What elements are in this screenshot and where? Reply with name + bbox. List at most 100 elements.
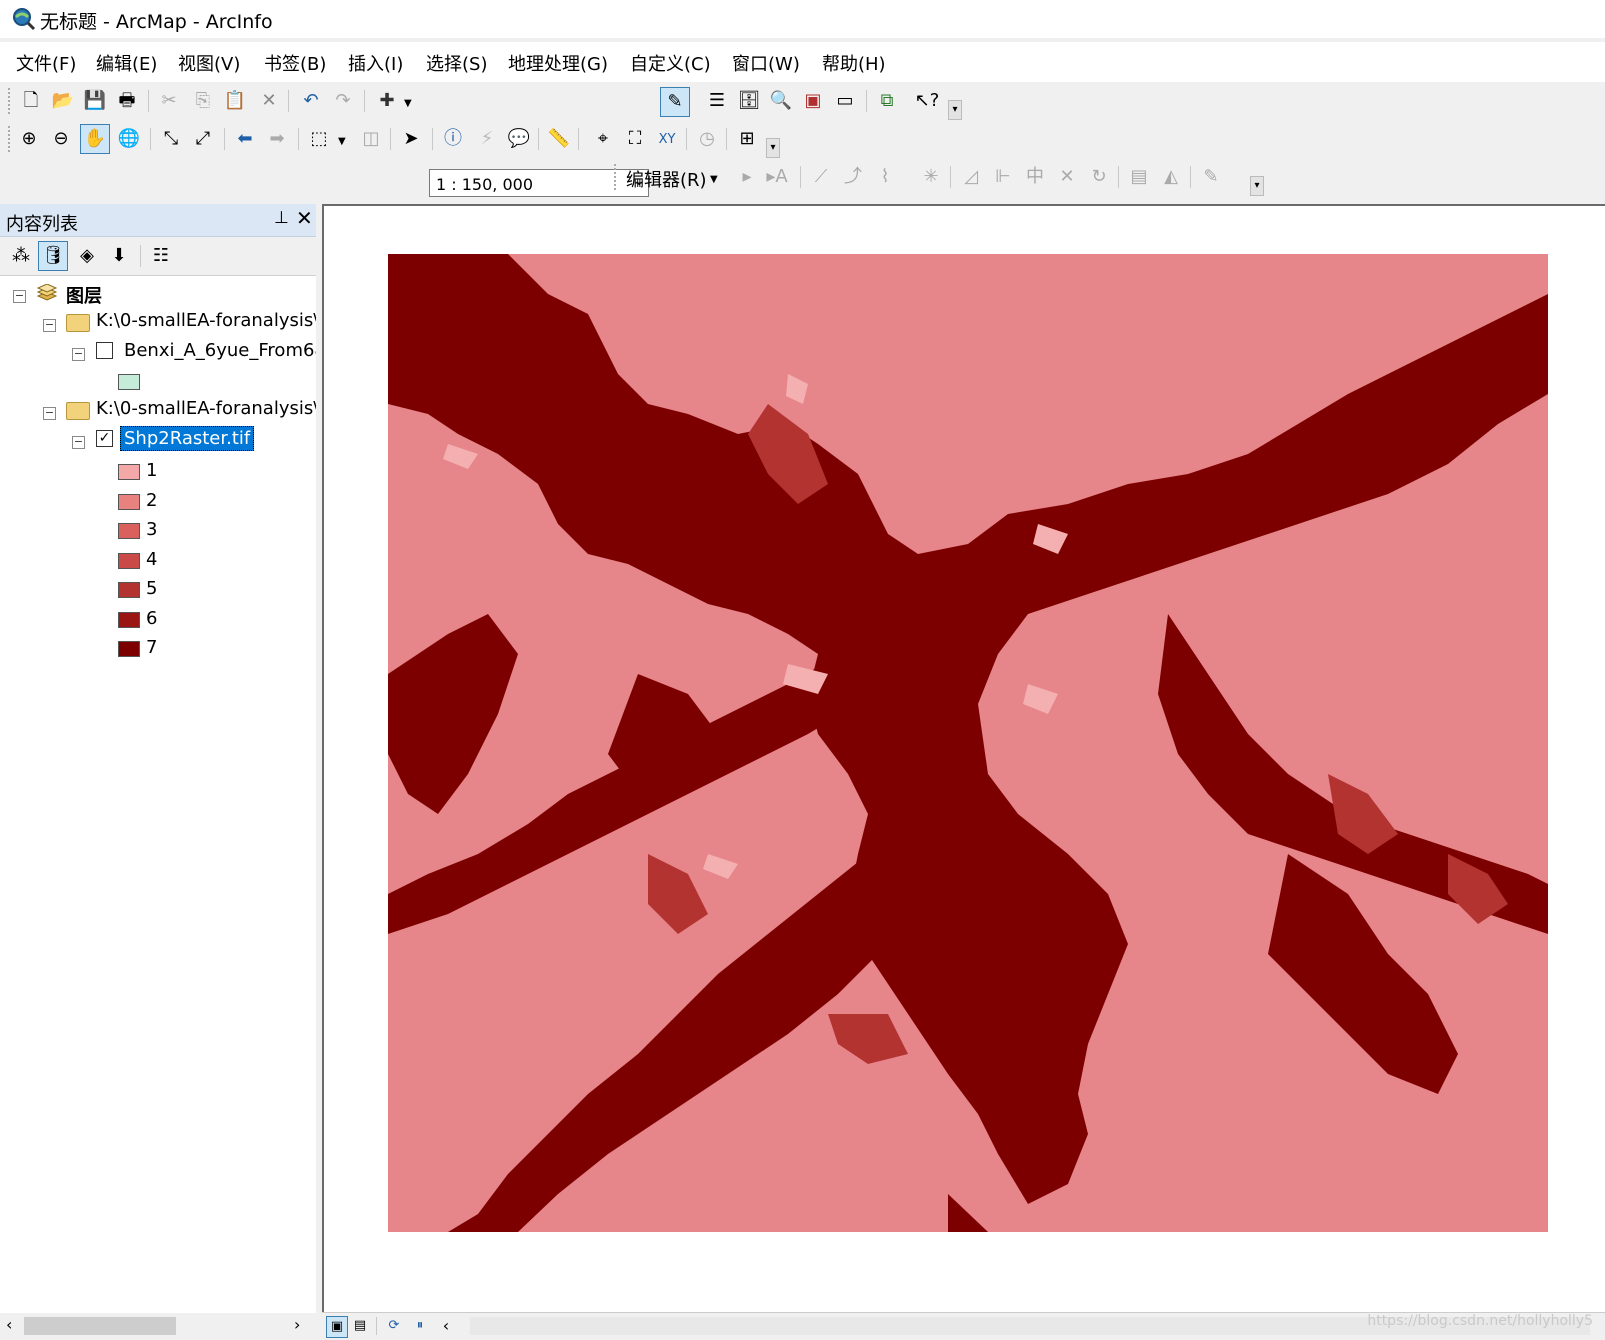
full-extent-globe-icon[interactable]: 🌐	[116, 126, 142, 152]
go-to-xy-icon[interactable]: XY	[654, 126, 680, 152]
legend-swatch[interactable]	[118, 641, 140, 657]
end-point-arc-icon[interactable]: ⤴	[840, 164, 866, 190]
edit-vertices-icon[interactable]: ◿	[958, 164, 984, 190]
redo-icon[interactable]: ↷	[330, 88, 356, 114]
paste-icon[interactable]: 📋	[222, 88, 248, 114]
find-route-icon[interactable]: ⛶	[622, 126, 648, 152]
legend-swatch[interactable]	[118, 552, 140, 569]
point-icon[interactable]: ✳	[918, 164, 944, 190]
delete-icon[interactable]: ✕	[256, 88, 282, 114]
menu-help[interactable]: 帮助(H)	[822, 50, 886, 76]
toolbar-grip[interactable]	[614, 164, 618, 190]
select-features-icon[interactable]: ⬚	[306, 126, 332, 152]
modelbuilder-icon[interactable]: ⧉	[874, 88, 900, 114]
magnifier-window-icon[interactable]: ⊞	[734, 126, 760, 152]
identify-icon[interactable]: ⓘ	[440, 126, 466, 152]
add-data-dropdown-icon[interactable]: ▼	[404, 98, 412, 109]
layer-name-label[interactable]: Benxi_A_6yue_From68	[124, 340, 316, 361]
time-slider-icon[interactable]: ◷	[694, 126, 720, 152]
list-by-source-icon[interactable]: 🛢	[38, 241, 68, 271]
collapse-icon[interactable]: −	[72, 436, 85, 449]
measure-icon[interactable]: 📏	[546, 126, 572, 152]
pan-hand-icon[interactable]: ✋	[80, 124, 110, 154]
legend-swatch[interactable]	[118, 374, 140, 390]
collapse-icon[interactable]: −	[13, 290, 26, 303]
collapse-icon[interactable]: −	[43, 407, 56, 420]
menu-selection[interactable]: 选择(S)	[426, 50, 487, 76]
search-window-icon[interactable]: 🔍	[768, 88, 794, 114]
split-tool-icon[interactable]: ✕	[1054, 164, 1080, 190]
layer-visibility-checkbox[interactable]	[96, 342, 113, 359]
pin-icon[interactable]: ⊥	[274, 208, 289, 228]
open-folder-icon[interactable]: 📂	[50, 88, 76, 114]
sketch-properties-icon[interactable]: ◭	[1158, 164, 1184, 190]
select-elements-arrow-icon[interactable]: ➤	[398, 126, 424, 152]
fixed-zoom-out-icon[interactable]: ⤢	[190, 126, 216, 152]
fixed-zoom-in-icon[interactable]: ⤡	[158, 126, 184, 152]
menu-bookmarks[interactable]: 书签(B)	[264, 50, 326, 76]
python-window-icon[interactable]: ▭	[832, 88, 858, 114]
data-view-icon[interactable]: ▣	[326, 1316, 348, 1338]
add-data-icon[interactable]: ✚	[374, 88, 400, 114]
zoom-out-icon[interactable]: ⊖	[48, 126, 74, 152]
select-features-dropdown-icon[interactable]: ▼	[338, 136, 346, 147]
options-icon[interactable]: ☷	[148, 243, 174, 269]
html-popup-icon[interactable]: 💬	[506, 126, 532, 152]
cut-polygons-icon[interactable]: 中	[1022, 164, 1048, 190]
toc-horizontal-scrollbar[interactable]: ‹ ›	[0, 1313, 316, 1339]
print-icon[interactable]: 🖶	[114, 88, 140, 114]
trace-icon[interactable]: ⌇	[872, 164, 898, 190]
scroll-left-icon[interactable]: ‹	[436, 1316, 456, 1336]
toolbar-options-icon[interactable]: ▾	[1250, 176, 1264, 196]
clear-selection-icon[interactable]: ◫	[358, 126, 384, 152]
workspace-path-label[interactable]: K:\0-smallEA-foranalysis\	[96, 310, 316, 331]
table-of-contents-icon[interactable]: ☰	[704, 88, 730, 114]
editor-toolbar-toggle-icon[interactable]: ✎	[660, 87, 690, 117]
go-forward-arrow-icon[interactable]: ➡	[264, 126, 290, 152]
menu-view[interactable]: 视图(V)	[178, 50, 240, 76]
cut-icon[interactable]: ✂	[156, 88, 182, 114]
close-icon[interactable]: ✕	[296, 206, 313, 230]
toolbar-options-icon[interactable]: ▾	[766, 138, 780, 158]
attributes-icon[interactable]: ▤	[1126, 164, 1152, 190]
hyperlink-icon[interactable]: ⚡	[474, 126, 500, 152]
toolbar-options-icon[interactable]: ▾	[948, 100, 962, 120]
list-by-visibility-icon[interactable]: ◈	[74, 243, 100, 269]
pause-drawing-icon[interactable]: ⏸	[410, 1316, 430, 1336]
edit-tool-icon[interactable]: ▸	[734, 164, 760, 190]
root-layers-label[interactable]: 图层	[66, 282, 102, 308]
scroll-right-icon[interactable]: ›	[294, 1315, 300, 1334]
scrollbar-thumb[interactable]	[24, 1317, 176, 1335]
editor-menu-button[interactable]: 编辑器(R)	[626, 166, 707, 192]
menu-geoprocessing[interactable]: 地理处理(G)	[508, 50, 608, 76]
find-binoculars-icon[interactable]: ⌖	[590, 126, 616, 152]
raster-map-display[interactable]	[388, 254, 1548, 1232]
menu-edit[interactable]: 编辑(E)	[96, 50, 157, 76]
save-icon[interactable]: 💾	[82, 88, 108, 114]
legend-swatch[interactable]	[118, 611, 140, 628]
rotate-icon[interactable]: ↻	[1086, 164, 1112, 190]
legend-swatch[interactable]	[118, 493, 140, 510]
collapse-icon[interactable]: −	[43, 319, 56, 332]
zoom-in-icon[interactable]: ⊕	[16, 126, 42, 152]
list-by-drawing-order-icon[interactable]: ⁂	[8, 243, 34, 269]
new-document-icon[interactable]: 🗋	[18, 88, 44, 114]
refresh-icon[interactable]: ⟳	[384, 1316, 404, 1336]
collapse-icon[interactable]: −	[72, 348, 85, 361]
arctoolbox-icon[interactable]: ▣	[800, 88, 826, 114]
menu-insert[interactable]: 插入(I)	[348, 50, 403, 76]
layout-view-icon[interactable]: ▤	[350, 1316, 370, 1336]
edit-annotation-icon[interactable]: ▸A	[764, 164, 790, 190]
catalog-icon[interactable]: 🗄	[736, 88, 762, 114]
workspace-path-label[interactable]: K:\0-smallEA-foranalysis\	[96, 398, 316, 419]
editor-dropdown-icon[interactable]: ▼	[710, 174, 718, 185]
menu-customize[interactable]: 自定义(C)	[630, 50, 711, 76]
copy-icon[interactable]: ⎘	[190, 88, 216, 114]
toolbar-grip[interactable]	[8, 126, 12, 152]
scroll-left-icon[interactable]: ‹	[6, 1315, 12, 1334]
legend-swatch[interactable]	[118, 523, 140, 539]
reshape-feature-icon[interactable]: ⊩	[990, 164, 1016, 190]
menu-windows[interactable]: 窗口(W)	[732, 50, 800, 76]
selected-layer-name-label[interactable]: Shp2Raster.tif	[120, 426, 255, 451]
map-scale-input[interactable]	[434, 173, 618, 195]
